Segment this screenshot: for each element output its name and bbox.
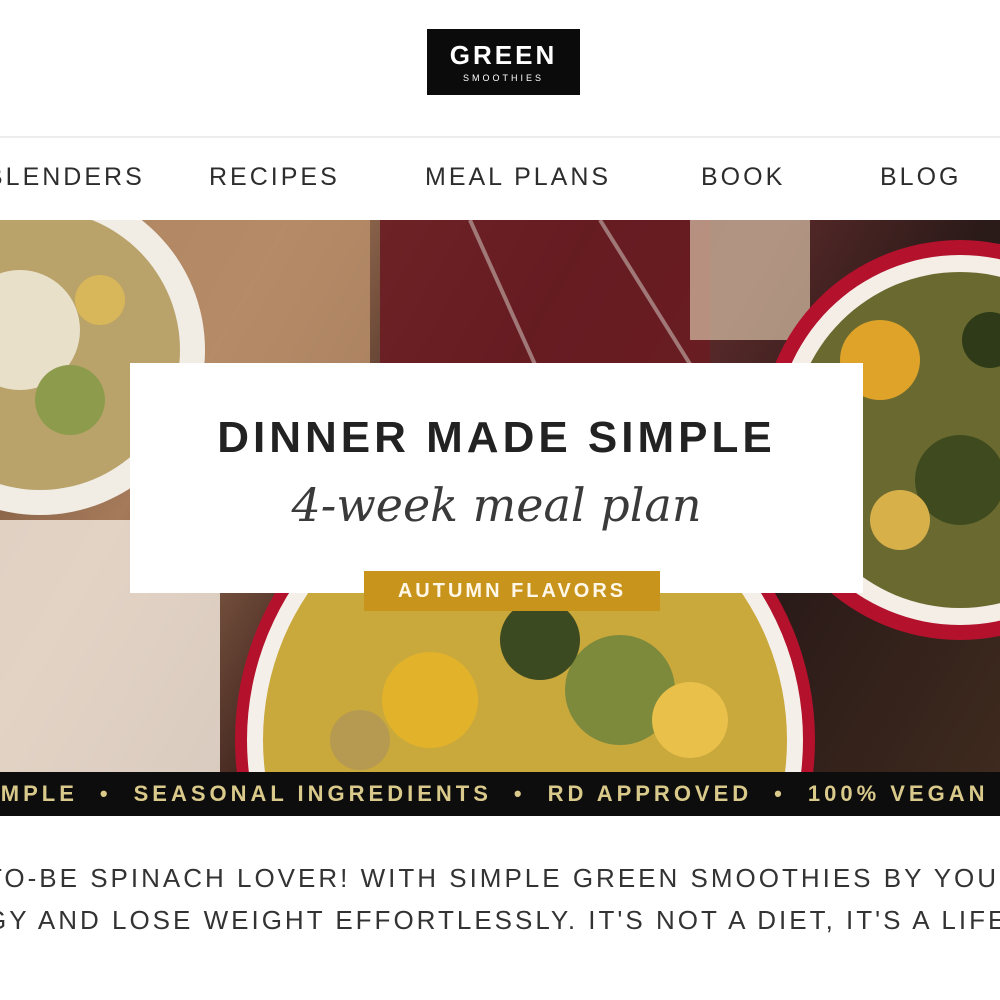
promo-tag[interactable]: AUTUMN FLAVORS [364,571,660,611]
logo-wordmark: GREEN [449,39,558,70]
site-logo[interactable]: GREEN SMOOTHIES [427,29,580,95]
nav-item-blog[interactable]: BLOG [880,162,961,192]
nav-item-recipes[interactable]: RECIPES [209,162,340,192]
ticker-item: RD APPROVED [547,781,753,806]
promo-subhead: 4-week meal plan [291,478,702,532]
ticker-item: SIMPLE [0,781,78,806]
ticker-separator: • [99,781,112,806]
intro-line-2: GY AND LOSE WEIGHT EFFORTLESSLY. IT'S NO… [0,905,1000,935]
ticker-separator: • [513,781,526,806]
nav-item-book[interactable]: BOOK [701,162,785,192]
ticker-item: 100% VEGAN [807,781,989,806]
intro-text: TO-BE SPINACH LOVER! WITH SIMPLE GREEN S… [0,852,1000,1000]
intro-line-1: TO-BE SPINACH LOVER! WITH SIMPLE GREEN S… [0,863,1000,893]
ticker-separator: • [774,781,786,806]
feature-ticker: SIMPLE • SEASONAL INGREDIENTS • RD APPRO… [0,772,1000,816]
promo-banner[interactable]: DINNER MADE SIMPLE 4-week meal plan [130,363,863,593]
promo-headline: DINNER MADE SIMPLE [217,413,776,462]
logo-tagline: SMOOTHIES [462,72,544,83]
site-header: GREEN SMOOTHIES [0,0,1000,138]
nav-item-blenders[interactable]: BLENDERS [0,162,145,192]
ticker-item: SEASONAL INGREDIENTS [133,781,492,806]
main-nav: BLENDERS RECIPES MEAL PLANS BOOK BLOG [0,140,1000,220]
ticker-track: SIMPLE • SEASONAL INGREDIENTS • RD APPRO… [0,779,1000,809]
nav-item-meal-plans[interactable]: MEAL PLANS [425,162,611,192]
